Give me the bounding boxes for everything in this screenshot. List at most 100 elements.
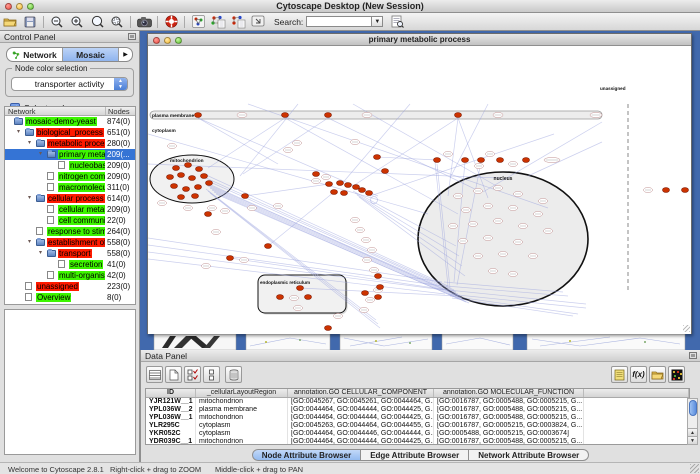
gene-node[interactable] [455,113,462,118]
snapshot-camera-icon[interactable] [134,14,154,30]
gene-node[interactable] [497,158,504,163]
gene-node[interactable] [345,183,352,188]
gene-node[interactable] [353,185,360,190]
unselect-attributes-icon[interactable] [203,366,220,383]
gene-node[interactable] [434,158,441,163]
float-data-panel-icon[interactable] [689,352,697,359]
tree-row[interactable]: cellular metabo209(0) [5,204,135,215]
gene-node[interactable] [341,191,348,196]
table-row[interactable]: YPL036W__1mitochondrion[GO:0044464, GO:0… [146,414,689,422]
table-row[interactable]: YJR121W__1mitochondrion[GO:0045267, GO:0… [146,398,689,406]
gene-node[interactable] [183,187,190,192]
gene-node[interactable] [167,175,174,180]
gene-node[interactable] [282,113,289,118]
function-builder-icon[interactable]: f(x) [630,366,647,383]
gene-node[interactable] [192,194,199,199]
table-row[interactable]: YLR295Ccytoplasm[GO:0045263, GO:0044464,… [146,422,689,430]
gene-node[interactable] [366,191,373,196]
gene-node[interactable] [325,113,332,118]
gene-node[interactable] [242,194,249,199]
scrollbar-thumb[interactable] [689,400,697,416]
gene-node[interactable] [277,295,284,300]
new-attribute-icon[interactable] [165,366,182,383]
tree-row[interactable]: ▾establishment of lo558(0) [5,237,135,248]
open-folder-icon[interactable] [0,14,20,30]
import-attributes-icon[interactable] [649,366,666,383]
new-network-icon[interactable] [188,14,208,30]
gene-node[interactable] [313,172,320,177]
gene-node[interactable] [297,286,304,291]
help-ring-icon[interactable] [161,14,181,30]
more-tabs-icon[interactable]: ▶ [119,48,132,61]
tree-row[interactable]: nitrogen compo209(0) [5,171,135,182]
search-input[interactable] [306,16,372,27]
app-resize-grip[interactable] [690,464,699,473]
gene-node[interactable] [326,182,333,187]
search-dropdown-icon[interactable]: ▼ [372,16,383,27]
tab-network[interactable]: Network [7,48,63,61]
gene-node[interactable] [171,184,178,189]
gene-node[interactable] [325,326,332,331]
gene-node[interactable] [227,256,234,261]
disclosure-triangle-icon[interactable]: ▾ [28,193,31,204]
scroll-down-icon[interactable]: ▼ [688,436,697,444]
zoom-in-icon[interactable] [67,14,87,30]
gene-node[interactable] [195,113,202,118]
gene-node[interactable] [331,190,338,195]
gene-node[interactable] [375,295,382,300]
attribute-table-header[interactable]: ID _cellularLayoutRegion annotation.GO C… [146,389,689,398]
notepad-icon[interactable] [611,366,628,383]
gene-node[interactable] [173,166,180,171]
network-canvas[interactable]: plasma membranecytoplasmmitochondrionnuc… [148,46,691,334]
gene-node[interactable] [206,181,213,186]
table-row[interactable]: YDR039C__1mitochondrion[GO:0044464, GO:0… [146,438,689,445]
network-overlay-b-icon[interactable] [228,14,248,30]
gene-node[interactable] [377,285,384,290]
network-graph[interactable]: plasma membranecytoplasmmitochondrionnuc… [148,46,691,334]
gene-node[interactable] [337,181,344,186]
disclosure-triangle-icon[interactable]: ▾ [28,237,31,248]
zoom-out-icon[interactable] [47,14,67,30]
zoom-region-icon[interactable] [107,14,127,30]
zoom-fit-icon[interactable] [87,14,107,30]
tab-network-attribute-browser[interactable]: Network Attribute Browser [469,449,589,461]
delete-attribute-icon[interactable] [225,366,242,383]
matrix-icon[interactable] [668,366,685,383]
tree-row[interactable]: nucleobase-209(0) [5,160,135,171]
network-overlay-a-icon[interactable] [208,14,228,30]
disclosure-triangle-icon[interactable]: ▾ [17,127,20,138]
disclosure-triangle-icon[interactable]: ▾ [28,138,31,149]
gene-node[interactable] [478,158,485,163]
gene-node[interactable] [523,158,530,163]
gene-node[interactable] [682,188,689,193]
gene-node[interactable] [305,295,312,300]
table-row[interactable]: YPL036W__2plasma membrane[GO:0044464, GO… [146,406,689,414]
network-tree-header[interactable]: Network Nodes [5,107,135,116]
gene-node[interactable] [265,244,272,249]
attribute-dropdown[interactable]: transporter activity ▲▼ [11,77,128,91]
tree-row[interactable]: cell communicat22(0) [5,215,135,226]
gene-node[interactable] [178,195,185,200]
gene-node[interactable] [201,174,208,179]
gene-node[interactable] [189,176,196,181]
tree-row[interactable]: multi-organism pro42(0) [5,270,135,281]
tree-row[interactable]: secretion41(0) [5,259,135,270]
tree-row[interactable]: unassigned223(0) [5,281,135,292]
save-disk-icon[interactable] [20,14,40,30]
network-window-titlebar[interactable]: primary metabolic process [148,34,691,46]
gene-node[interactable] [362,291,369,296]
tree-row[interactable]: ▾metabolic process280(0) [5,138,135,149]
gene-node[interactable] [178,173,185,178]
table-row[interactable]: YKR052Ccytoplasm[GO:0044464, GO:0044446,… [146,430,689,438]
gene-node[interactable] [195,185,202,190]
tree-row[interactable]: ▾cellular process614(0) [5,193,135,204]
gene-node[interactable] [359,188,366,193]
window-resize-grip[interactable] [683,325,690,332]
gene-node[interactable] [374,155,381,160]
float-panel-icon[interactable] [128,33,136,40]
tab-edge-attribute-browser[interactable]: Edge Attribute Browser [361,449,469,461]
gene-node[interactable] [462,158,469,163]
tree-row[interactable]: Overview8(0) [5,292,135,303]
attribute-table-icon[interactable] [146,366,163,383]
gene-node[interactable] [205,212,212,217]
